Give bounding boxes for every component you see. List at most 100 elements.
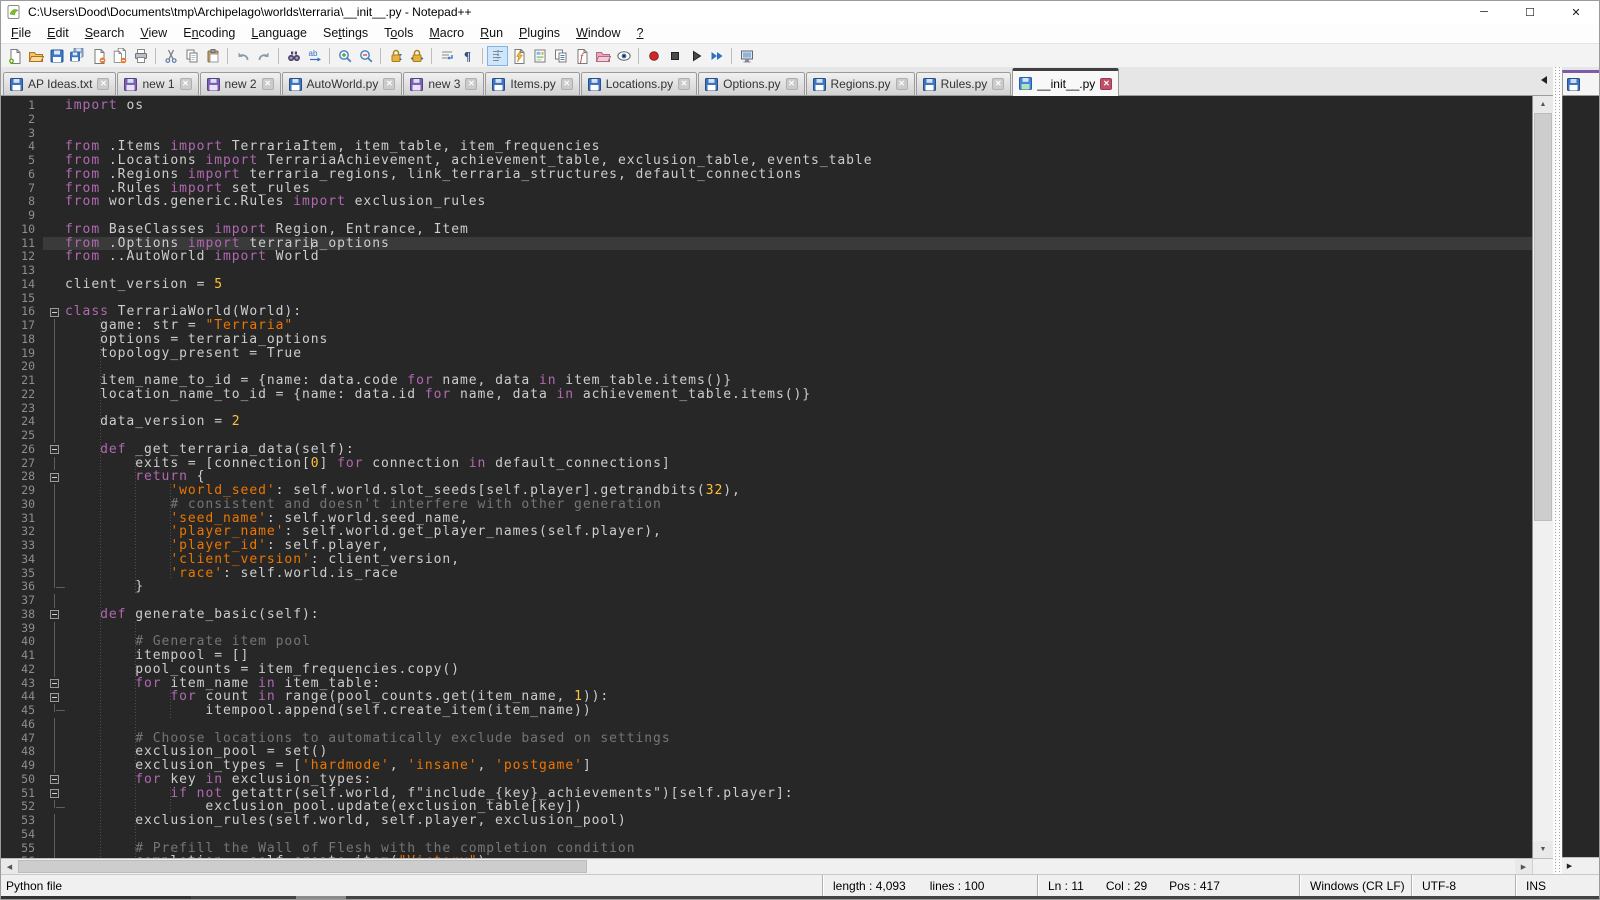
code-line[interactable]: 1import os: [1, 99, 1532, 113]
code-line[interactable]: 50 for key in exclusion_types:: [1, 773, 1532, 787]
save-icon[interactable]: [46, 46, 67, 66]
tab-close-icon[interactable]: ✕: [786, 78, 798, 90]
vertical-scroll-track[interactable]: [1533, 113, 1553, 841]
tab-close-icon[interactable]: ✕: [180, 78, 192, 90]
code-line[interactable]: 43 for item_name in item_table:: [1, 677, 1532, 691]
tab-close-icon[interactable]: ✕: [561, 78, 573, 90]
code-line[interactable]: 9: [1, 209, 1532, 223]
tab-close-icon[interactable]: ✕: [262, 78, 274, 90]
code-line[interactable]: 27 exits = [connection[0] for connection…: [1, 457, 1532, 471]
code-line[interactable]: 48 exclusion_pool = set(): [1, 745, 1532, 759]
code-line[interactable]: 5from .Locations import TerrariaAchievem…: [1, 154, 1532, 168]
fold-collapse-icon[interactable]: [43, 470, 65, 484]
code-line[interactable]: 35 'race': self.world.is_race: [1, 567, 1532, 581]
menu-encoding[interactable]: Encoding: [175, 24, 243, 42]
tab-new-3[interactable]: new 3✕: [403, 72, 484, 95]
tab-close-icon[interactable]: ✕: [992, 78, 1004, 90]
menu-run[interactable]: Run: [472, 24, 511, 42]
scroll-up-arrow-icon[interactable]: ▲: [1533, 96, 1553, 113]
cut-icon[interactable]: [160, 46, 181, 66]
status-eol-format[interactable]: Windows (CR LF): [1299, 875, 1411, 896]
fold-collapse-icon[interactable]: [43, 608, 65, 622]
vertical-scroll-thumb[interactable]: [1534, 113, 1552, 521]
menu-macro[interactable]: Macro: [421, 24, 472, 42]
menu-?[interactable]: ?: [629, 24, 652, 42]
paste-icon[interactable]: [202, 46, 223, 66]
close-icon[interactable]: [88, 46, 109, 66]
tab-rules.py[interactable]: Rules.py✕: [916, 72, 1012, 95]
redo-icon[interactable]: [253, 46, 274, 66]
code-line[interactable]: 22 location_name_to_id = {name: data.id …: [1, 388, 1532, 402]
function-list-icon[interactable]: f: [571, 46, 592, 66]
code-line[interactable]: 24 data_version = 2: [1, 415, 1532, 429]
indent-guide-icon[interactable]: [487, 46, 508, 66]
code-line[interactable]: 33 'player_id': self.player,: [1, 539, 1532, 553]
second-view-partial-tab[interactable]: [1562, 70, 1599, 95]
second-view-hscrollbar[interactable]: ▶: [1562, 857, 1599, 874]
code-line[interactable]: 47 # Choose locations to automatically e…: [1, 732, 1532, 746]
macro-run-multiple-icon[interactable]: [706, 46, 727, 66]
macro-stop-icon[interactable]: [664, 46, 685, 66]
minimize-button[interactable]: ─: [1461, 1, 1507, 23]
tab-close-icon[interactable]: ✕: [97, 78, 109, 90]
tab-close-icon[interactable]: ✕: [383, 78, 395, 90]
code-line[interactable]: 25: [1, 429, 1532, 443]
code-line[interactable]: 23: [1, 402, 1532, 416]
code-line[interactable]: 52 exclusion_pool.update(exclusion_table…: [1, 800, 1532, 814]
fold-collapse-icon[interactable]: [43, 787, 65, 801]
status-encoding[interactable]: UTF-8: [1411, 875, 1515, 896]
save-all-icon[interactable]: [67, 46, 88, 66]
code-line[interactable]: 54: [1, 828, 1532, 842]
second-view-editor[interactable]: [1562, 96, 1599, 857]
show-all-characters-icon[interactable]: ¶: [457, 46, 478, 66]
code-line[interactable]: 44 for count in range(pool_counts.get(it…: [1, 690, 1532, 704]
code-editor[interactable]: 1import os 23 4from .Items import Terraria…: [1, 96, 1532, 858]
horizontal-scroll-track[interactable]: [18, 859, 1515, 874]
tab-items.py[interactable]: Items.py✕: [485, 72, 579, 95]
copy-icon[interactable]: [181, 46, 202, 66]
status-insert-mode[interactable]: INS: [1515, 875, 1599, 896]
code-line[interactable]: 17 game: str = "Terraria": [1, 319, 1532, 333]
menu-file[interactable]: File: [3, 24, 39, 42]
zoom-in-icon[interactable]: [334, 46, 355, 66]
fold-collapse-icon[interactable]: [43, 690, 65, 704]
close-all-icon[interactable]: [109, 46, 130, 66]
code-line[interactable]: 51 if not getattr(self.world, f"include_…: [1, 787, 1532, 801]
menu-language[interactable]: Language: [243, 24, 315, 42]
code-line[interactable]: 3: [1, 127, 1532, 141]
open-folder-icon[interactable]: [25, 46, 46, 66]
code-line[interactable]: 38 def generate_basic(self):: [1, 608, 1532, 622]
maximize-button[interactable]: ☐: [1507, 1, 1553, 23]
code-line[interactable]: 49 exclusion_types = ['hardmode', 'insan…: [1, 759, 1532, 773]
tab-autoworld.py[interactable]: AutoWorld.py✕: [282, 72, 403, 95]
code-line[interactable]: 4from .Items import TerrariaItem, item_t…: [1, 140, 1532, 154]
macro-play-icon[interactable]: [685, 46, 706, 66]
view-splitter[interactable]: [1553, 67, 1562, 874]
code-line[interactable]: 37: [1, 594, 1532, 608]
fold-collapse-icon[interactable]: [43, 773, 65, 787]
code-line[interactable]: 6from .Regions import terraria_regions, …: [1, 168, 1532, 182]
macro-record-icon[interactable]: [643, 46, 664, 66]
code-line[interactable]: 53 exclusion_rules(self.world, self.play…: [1, 814, 1532, 828]
code-line[interactable]: 13: [1, 264, 1532, 278]
tab-scroll-left-icon[interactable]: [1541, 76, 1547, 84]
fold-collapse-icon[interactable]: [43, 677, 65, 691]
code-line[interactable]: 40 # Generate item pool: [1, 635, 1532, 649]
monitoring-icon[interactable]: [613, 46, 634, 66]
scroll-down-arrow-icon[interactable]: ▼: [1533, 841, 1553, 858]
folder-as-workspace-icon[interactable]: [592, 46, 613, 66]
fold-collapse-icon[interactable]: [43, 305, 65, 319]
menu-tools[interactable]: Tools: [376, 24, 421, 42]
vertical-scrollbar[interactable]: ▲ ▼: [1532, 96, 1553, 858]
code-line[interactable]: 29 'world_seed': self.world.slot_seeds[s…: [1, 484, 1532, 498]
code-line[interactable]: 19 topology_present = True: [1, 347, 1532, 361]
tab-new-1[interactable]: new 1✕: [117, 72, 198, 95]
horizontal-scroll-thumb[interactable]: [18, 860, 587, 873]
tab-close-icon[interactable]: ✕: [1100, 78, 1112, 90]
code-line[interactable]: 41 itempool = []: [1, 649, 1532, 663]
sync-vertical-icon[interactable]: [385, 46, 406, 66]
code-line[interactable]: 20: [1, 360, 1532, 374]
tab-locations.py[interactable]: Locations.py✕: [581, 72, 697, 95]
undo-icon[interactable]: [232, 46, 253, 66]
define-language-icon[interactable]: [508, 46, 529, 66]
